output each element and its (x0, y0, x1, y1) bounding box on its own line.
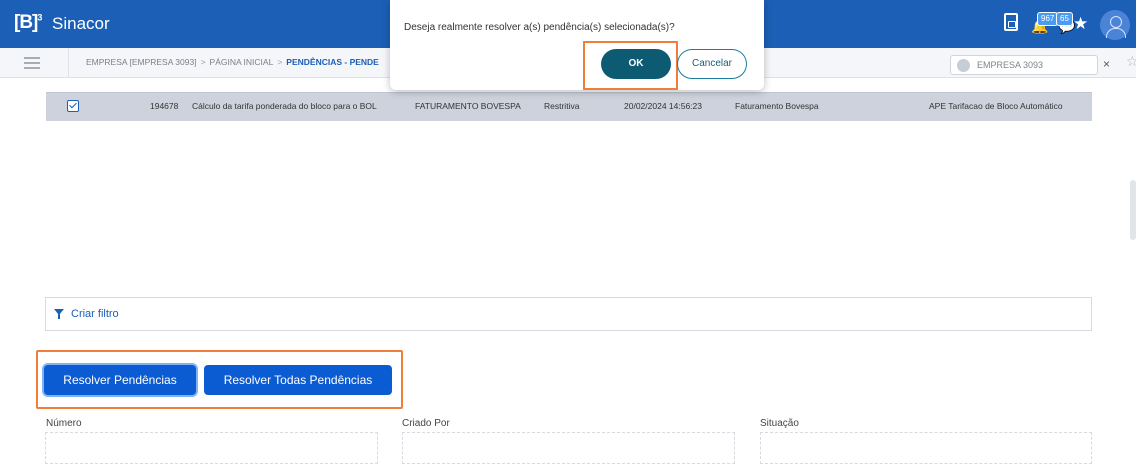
criado-por-field[interactable] (402, 432, 735, 464)
divider (68, 48, 69, 78)
numero-label: Número (46, 418, 82, 429)
breadcrumb: EMPRESA [EMPRESA 3093] > PÁGINA INICIAL > PE… (86, 57, 379, 67)
company-icon (957, 59, 970, 72)
resolve-pendencies-button[interactable]: Resolver Pendências (44, 365, 196, 395)
confirm-dialog: Deseja realmente resolver a(s) pendência… (390, 0, 764, 90)
dialog-message: Deseja realmente resolver a(s) pendência… (404, 22, 675, 33)
b3-logo[interactable]: [B]3 (14, 12, 42, 34)
situacao-label: Situação (760, 418, 799, 429)
create-filter-link[interactable]: Criar filtro (71, 308, 119, 320)
filter-icon (54, 309, 64, 319)
messages-badge: 65 (1056, 12, 1073, 26)
cell-tipo: Restritiva (544, 101, 580, 111)
cell-numero: 194678 (150, 101, 179, 111)
close-icon[interactable]: × (1103, 57, 1110, 71)
chevron-right-icon: > (277, 57, 283, 67)
breadcrumb-item-empresa[interactable]: EMPRESA [EMPRESA 3093] (86, 57, 197, 67)
company-label: EMPRESA 3093 (977, 60, 1044, 70)
filter-bar[interactable]: Criar filtro (45, 297, 1092, 331)
cell-descricao: Cálculo da tarifa ponderada do bloco par… (192, 101, 377, 111)
cancel-button[interactable]: Cancelar (677, 49, 747, 79)
document-icon[interactable] (1004, 13, 1018, 31)
chevron-right-icon: > (200, 57, 206, 67)
avatar[interactable] (1100, 10, 1130, 40)
cell-sistema: FATURAMENTO BOVESPA (415, 101, 521, 111)
menu-icon[interactable] (24, 57, 40, 69)
numero-field[interactable] (45, 432, 378, 464)
breadcrumb-item-current: PENDÊNCIAS - PENDE (286, 57, 379, 67)
scrollbar[interactable] (1130, 180, 1136, 240)
table-row[interactable]: 194678 Cálculo da tarifa ponderada do bl… (46, 92, 1092, 121)
favorite-star-icon[interactable]: ☆ (1126, 53, 1136, 70)
star-icon[interactable]: ★ (1073, 14, 1088, 34)
situacao-field[interactable] (760, 432, 1092, 464)
criado-por-label: Criado Por (402, 418, 450, 429)
cell-modulo: Faturamento Bovespa (735, 101, 819, 111)
company-selector[interactable]: EMPRESA 3093 (950, 55, 1098, 75)
row-checkbox[interactable] (67, 100, 79, 112)
app-title: Sinacor (52, 14, 110, 33)
cell-data: 20/02/2024 14:56:23 (624, 101, 702, 111)
ok-button[interactable]: OK (601, 49, 671, 79)
cell-rotina: APE Tarifacao de Bloco Automático (929, 101, 1063, 111)
breadcrumb-item-home[interactable]: PÁGINA INICIAL (210, 57, 274, 67)
resolve-all-pendencies-button[interactable]: Resolver Todas Pendências (204, 365, 392, 395)
